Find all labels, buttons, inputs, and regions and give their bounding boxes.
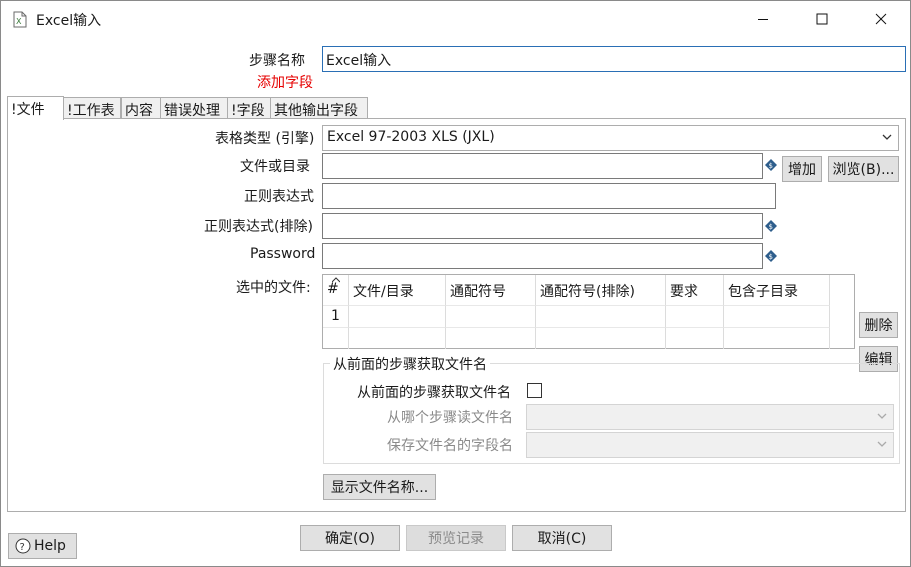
regex-exclude-input[interactable]: [322, 213, 763, 239]
window-title: Excel输入: [36, 13, 102, 29]
read-from-step-label: 从哪个步骤读文件名: [387, 410, 513, 426]
file-or-dir-input[interactable]: [322, 153, 763, 179]
help-circle-icon: ?: [15, 538, 31, 554]
cancel-button[interactable]: 取消(C): [512, 525, 612, 551]
svg-text:$: $: [769, 223, 773, 231]
tab-additional-output-fields[interactable]: 其他输出字段: [270, 97, 368, 120]
svg-text:$: $: [769, 253, 773, 261]
save-field-label: 保存文件名的字段名: [387, 438, 513, 454]
add-file-button[interactable]: 增加: [782, 156, 822, 182]
maximize-button[interactable]: [799, 1, 845, 37]
dialog-window: X Excel输入 步骤名称 Excel输入 添加字段 !文件 !工作表 内容 …: [0, 0, 911, 567]
column-header-filler: [830, 275, 854, 305]
selected-files-table[interactable]: # 文件/目录 通配符号 通配符号(排除) 要求 包含子目录 1: [322, 274, 855, 349]
svg-text:?: ?: [20, 542, 25, 553]
table-cell: [536, 327, 666, 349]
table-cell: [724, 327, 830, 349]
file-or-dir-label: 文件或目录: [240, 159, 310, 175]
read-from-step-select[interactable]: [526, 404, 894, 430]
svg-text:$: $: [769, 162, 773, 170]
tab-file[interactable]: !文件: [7, 96, 64, 120]
group-title: 从前面的步骤获取文件名: [330, 354, 490, 374]
table-cell[interactable]: [536, 305, 666, 327]
preview-button[interactable]: 预览记录: [406, 525, 506, 551]
minimize-button[interactable]: [740, 1, 786, 37]
column-header[interactable]: 要求: [666, 275, 724, 305]
chevron-down-icon: [877, 413, 887, 419]
regex-input[interactable]: [322, 183, 776, 209]
close-button[interactable]: [858, 1, 904, 37]
row-number: 1: [323, 305, 349, 327]
table-cell[interactable]: [724, 305, 830, 327]
column-header[interactable]: #: [323, 275, 349, 305]
tab-content[interactable]: 内容: [121, 97, 161, 120]
tab-worksheet[interactable]: !工作表: [63, 97, 121, 120]
sheet-type-select[interactable]: Excel 97-2003 XLS (JXL): [322, 125, 899, 151]
delete-button[interactable]: 删除: [859, 312, 898, 338]
add-fields-link[interactable]: 添加字段: [257, 72, 313, 92]
maximize-icon: [816, 13, 828, 25]
svg-text:X: X: [16, 17, 22, 26]
accept-filenames-checkbox[interactable]: [527, 383, 542, 398]
show-filenames-button[interactable]: 显示文件名称...: [323, 474, 436, 500]
password-input[interactable]: [322, 243, 763, 269]
step-name-label: 步骤名称: [249, 53, 305, 69]
variable-diamond-icon: $: [765, 250, 777, 262]
help-label: Help: [34, 538, 66, 554]
sheet-type-label: 表格类型 (引擎): [215, 131, 315, 147]
step-name-input[interactable]: Excel输入: [322, 46, 906, 72]
chevron-down-icon: [877, 441, 887, 447]
table-cell: [446, 327, 536, 349]
column-header[interactable]: 包含子目录: [724, 275, 830, 305]
browse-button[interactable]: 浏览(B)...: [828, 156, 899, 182]
close-icon: [875, 13, 887, 25]
password-label: Password: [250, 246, 316, 262]
regex-label: 正则表达式: [244, 189, 314, 205]
minimize-icon: [758, 19, 768, 20]
regex-exclude-label: 正则表达式(排除): [204, 219, 313, 235]
tab-error-handling[interactable]: 错误处理: [160, 97, 228, 120]
table-cell[interactable]: [349, 305, 446, 327]
table-cell: [666, 327, 724, 349]
variable-diamond-icon: $: [765, 220, 777, 232]
chevron-down-icon: [882, 134, 892, 140]
column-header[interactable]: 通配符号(排除): [536, 275, 666, 305]
ok-button[interactable]: 确定(O): [300, 525, 400, 551]
variable-diamond-icon: $: [765, 159, 777, 171]
save-field-select[interactable]: [526, 432, 894, 458]
title-bar: X Excel输入: [1, 1, 910, 37]
table-cell: [349, 327, 446, 349]
table-cell[interactable]: [666, 305, 724, 327]
selected-files-label: 选中的文件:: [236, 280, 311, 296]
column-header[interactable]: 文件/目录: [349, 275, 446, 305]
sheet-type-value: Excel 97-2003 XLS (JXL): [327, 129, 495, 145]
table-cell: [323, 327, 349, 349]
help-button[interactable]: ? Help: [8, 533, 77, 559]
table-cell[interactable]: [446, 305, 536, 327]
column-header[interactable]: 通配符号: [446, 275, 536, 305]
accept-filenames-label: 从前面的步骤获取文件名: [357, 385, 511, 401]
tab-fields[interactable]: !字段: [227, 97, 271, 120]
app-document-icon: X: [13, 11, 27, 28]
